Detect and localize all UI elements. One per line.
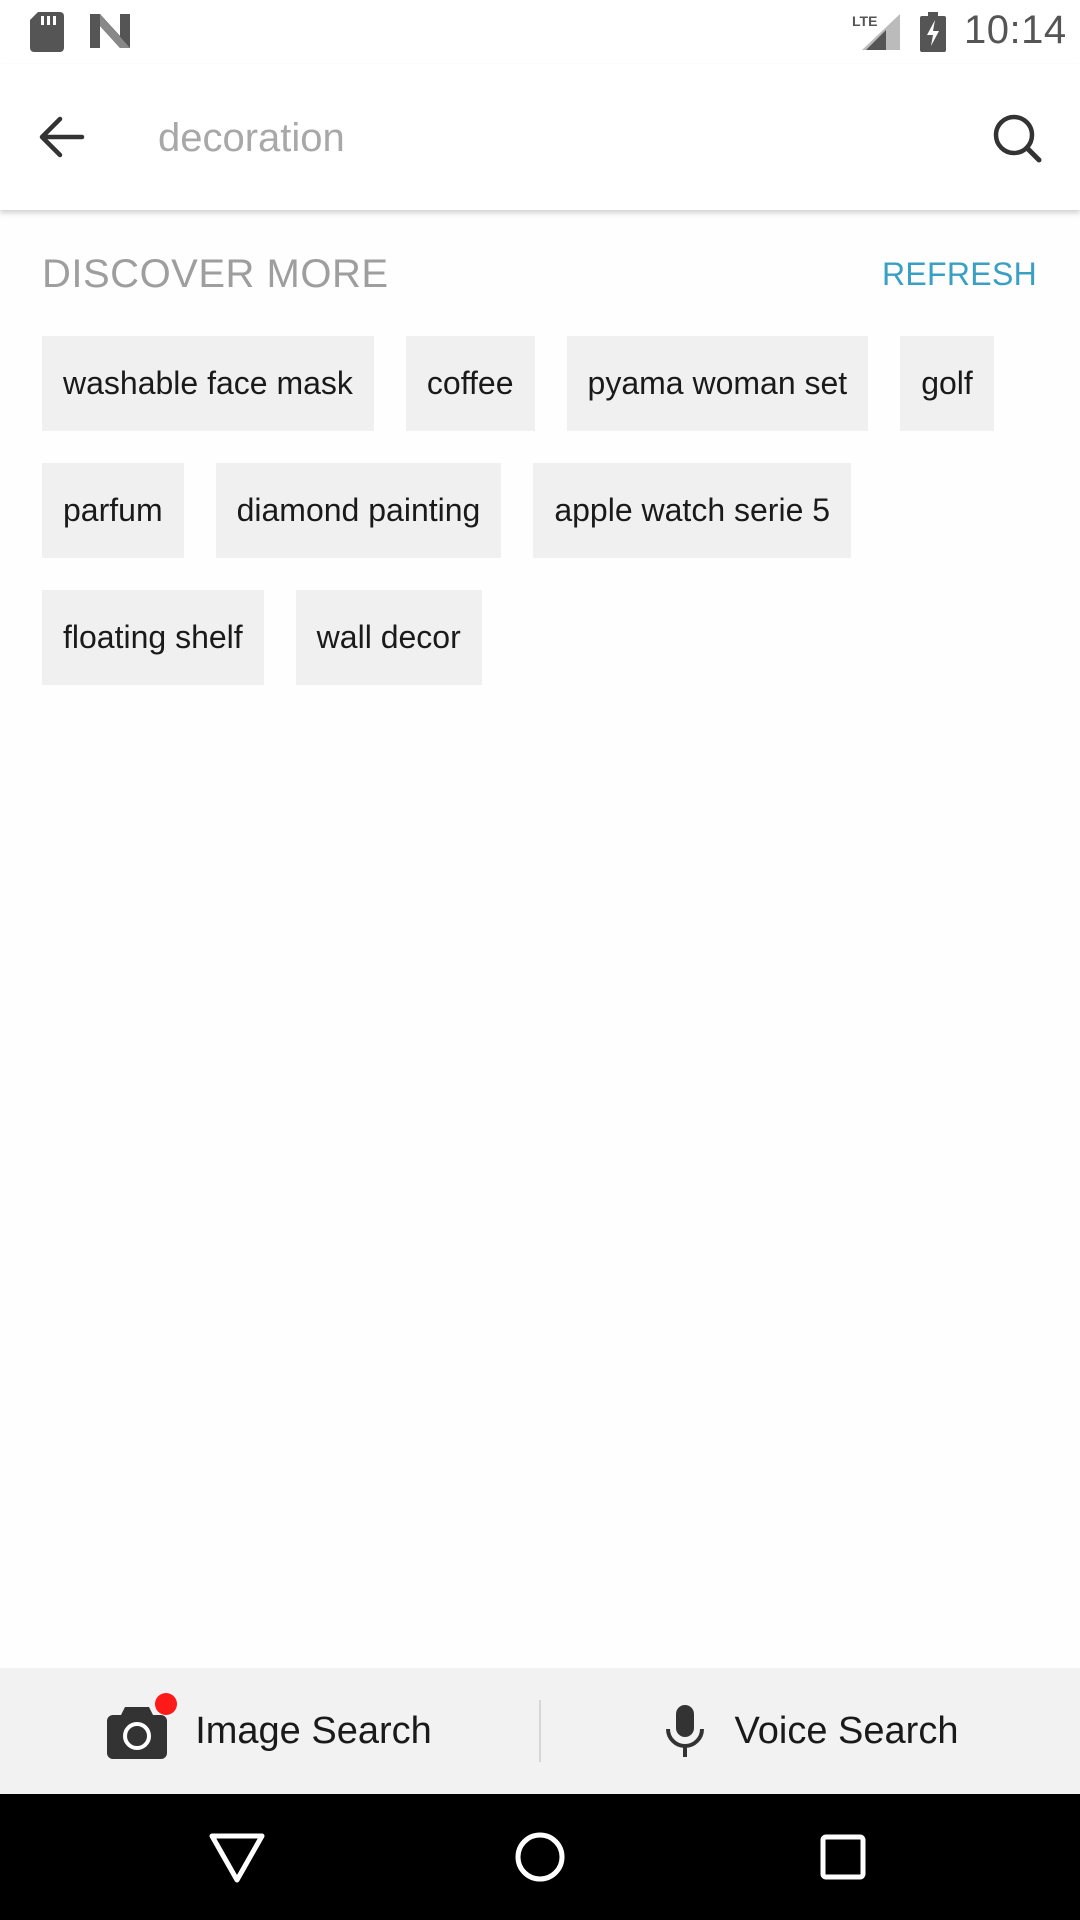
back-button[interactable] xyxy=(30,104,96,170)
nav-back-button[interactable] xyxy=(206,1826,268,1888)
triangle-back-icon xyxy=(209,1833,265,1883)
microphone-icon xyxy=(665,1705,704,1757)
n-notification-icon xyxy=(90,14,130,53)
search-header xyxy=(0,64,1080,210)
image-search-label: Image Search xyxy=(195,1709,432,1752)
suggestion-chips: washable face mask coffee pyama woman se… xyxy=(42,336,1042,685)
lte-signal-icon: LTE xyxy=(852,12,902,57)
arrow-back-icon xyxy=(39,116,85,158)
refresh-button[interactable]: REFRESH xyxy=(882,256,1037,293)
screen: LTE 10:14 DISCOV xyxy=(0,0,1080,1920)
suggestion-chip[interactable]: washable face mask xyxy=(42,336,374,431)
status-bar: LTE 10:14 xyxy=(0,0,1080,64)
battery-charging-icon xyxy=(920,12,946,57)
camera-icon xyxy=(107,1693,178,1759)
suggestion-chip[interactable]: wall decor xyxy=(295,590,482,685)
search-input[interactable] xyxy=(158,104,958,172)
voice-search-label: Voice Search xyxy=(734,1709,959,1752)
navigation-bar xyxy=(0,1794,1080,1920)
suggestion-chip[interactable]: parfum xyxy=(42,463,184,558)
voice-search-button[interactable]: Voice Search xyxy=(541,1668,1080,1794)
search-icon xyxy=(993,114,1042,163)
suggestion-chip[interactable]: apple watch serie 5 xyxy=(533,463,852,558)
suggestion-chip[interactable]: floating shelf xyxy=(42,590,264,685)
square-recents-icon xyxy=(820,1834,866,1880)
search-button[interactable] xyxy=(984,106,1050,172)
svg-text:LTE: LTE xyxy=(852,13,877,29)
suggestion-chip[interactable]: diamond painting xyxy=(215,463,502,558)
status-clock: 10:14 xyxy=(964,8,1067,52)
image-search-button[interactable]: Image Search xyxy=(0,1668,539,1794)
circle-home-icon xyxy=(515,1832,565,1882)
sd-card-icon xyxy=(30,12,64,57)
search-options-bar: Image Search Voice Search xyxy=(0,1668,1080,1794)
nav-home-button[interactable] xyxy=(509,1826,571,1888)
discover-more-title: DISCOVER MORE xyxy=(42,252,389,296)
notification-dot xyxy=(155,1693,178,1715)
suggestion-chip[interactable]: coffee xyxy=(405,336,535,431)
nav-recents-button[interactable] xyxy=(812,1826,874,1888)
suggestion-chip[interactable]: pyama woman set xyxy=(566,336,869,431)
suggestion-chip[interactable]: golf xyxy=(900,336,994,431)
